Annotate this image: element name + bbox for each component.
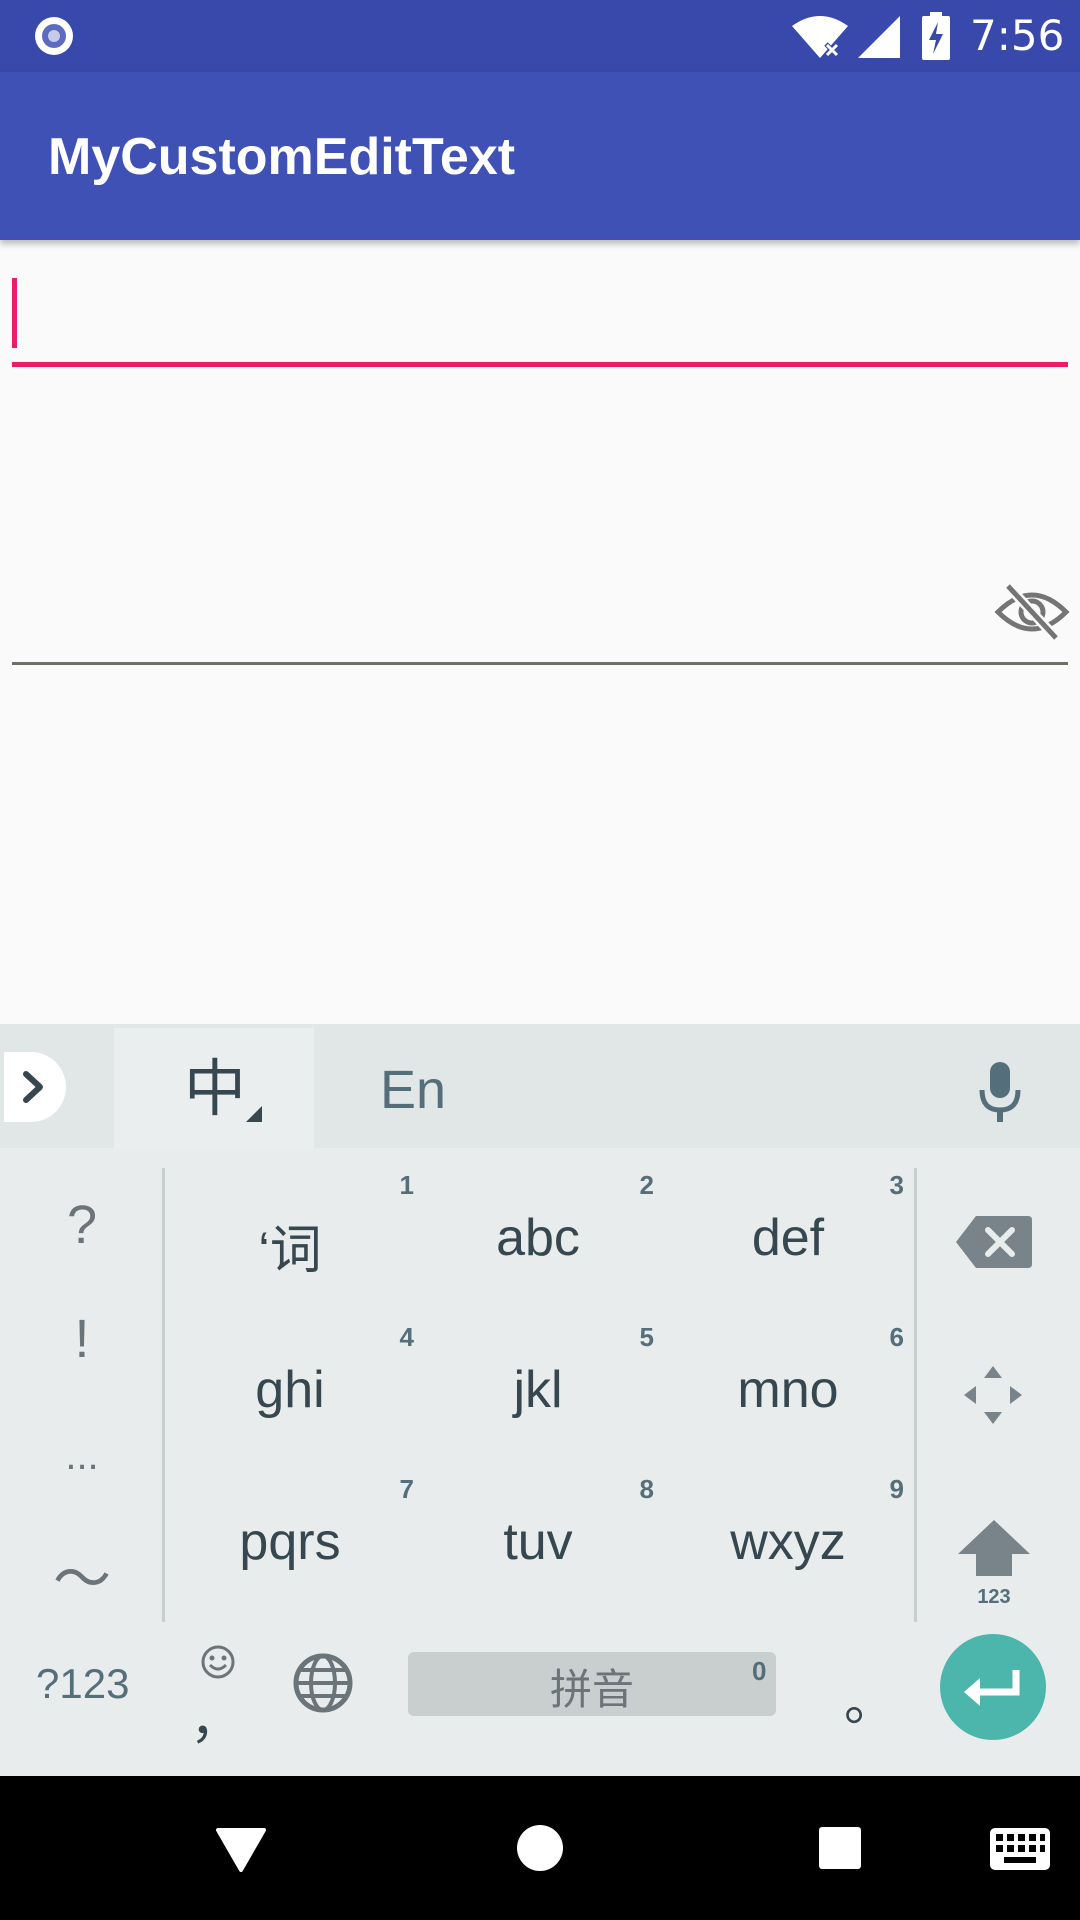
- text-field[interactable]: [12, 272, 1068, 368]
- key-label: ‘词: [258, 1222, 322, 1280]
- key-9[interactable]: wxyz 9: [664, 1474, 912, 1614]
- key-7[interactable]: pqrs 7: [166, 1474, 414, 1614]
- key-number: 9: [889, 1474, 904, 1504]
- keyboard-expand-button[interactable]: [4, 1052, 66, 1122]
- symbols-switch-key[interactable]: ?123: [36, 1660, 129, 1708]
- password-field[interactable]: [12, 570, 1068, 666]
- symbol-key-exclamation[interactable]: !: [22, 1308, 142, 1370]
- space-key-label: 拼音: [549, 1665, 634, 1714]
- key-label: abc: [496, 1209, 580, 1267]
- backspace-icon[interactable]: [956, 1216, 1032, 1268]
- shift-arrow-icon[interactable]: [956, 1518, 1032, 1576]
- chevron-right-icon: [23, 1071, 43, 1103]
- back-icon[interactable]: [216, 1826, 266, 1872]
- lang-english-tab[interactable]: En: [380, 1058, 446, 1122]
- key-3[interactable]: def 3: [664, 1170, 912, 1310]
- symbol-key-question[interactable]: ?: [22, 1194, 142, 1256]
- enter-key[interactable]: [940, 1634, 1046, 1740]
- key-6[interactable]: mno 6: [664, 1322, 912, 1462]
- key-8[interactable]: tuv 8: [414, 1474, 662, 1614]
- key-number: 1: [399, 1170, 414, 1200]
- cursor-move-icon[interactable]: [962, 1364, 1024, 1426]
- microphone-icon[interactable]: [976, 1060, 1024, 1124]
- space-key-number: 0: [752, 1656, 767, 1686]
- clock: 7:56: [970, 11, 1065, 60]
- period-key[interactable]: 。: [844, 1660, 896, 1735]
- text-cursor: [12, 278, 17, 348]
- lang-chinese-label: 中: [184, 1052, 247, 1125]
- key-number: 4: [399, 1322, 414, 1352]
- key-number: 3: [889, 1170, 904, 1200]
- status-bar: [0, 0, 1080, 72]
- key-label: mno: [737, 1361, 839, 1419]
- key-5[interactable]: jkl 5: [414, 1322, 662, 1462]
- home-icon[interactable]: [516, 1824, 564, 1872]
- symbol-key-tilde[interactable]: ～: [22, 1532, 142, 1616]
- key-number: 8: [639, 1474, 654, 1504]
- key-number: 2: [639, 1170, 654, 1200]
- globe-icon[interactable]: [292, 1652, 354, 1714]
- battery-charging-icon: [922, 12, 950, 60]
- enter-icon: [964, 1670, 1020, 1706]
- wifi-off-icon: [792, 16, 848, 58]
- emoji-comma-key[interactable]: ，: [190, 1644, 244, 1751]
- shift-label: 123: [977, 1586, 1011, 1608]
- notification-circle-icon: [35, 17, 73, 55]
- keyboard-divider-right: [914, 1168, 917, 1622]
- dropdown-corner-icon: [246, 1106, 262, 1122]
- key-4[interactable]: ghi 4: [166, 1322, 414, 1462]
- signal-icon: [858, 16, 900, 58]
- app-title: MyCustomEditText: [48, 128, 516, 186]
- text-field-underline: [12, 362, 1068, 367]
- comma-label: ，: [190, 1691, 243, 1751]
- emoji-icon: [201, 1645, 235, 1679]
- key-number: 6: [889, 1322, 904, 1352]
- key-label: tuv: [503, 1513, 573, 1571]
- keyboard-switch-icon[interactable]: [990, 1828, 1050, 1870]
- key-number: 7: [399, 1474, 414, 1504]
- recents-icon[interactable]: [818, 1826, 862, 1870]
- key-number: 5: [639, 1322, 654, 1352]
- symbol-key-ellipsis[interactable]: ...: [22, 1434, 142, 1479]
- key-label: pqrs: [239, 1513, 341, 1571]
- key-1[interactable]: ‘词 1: [166, 1170, 414, 1310]
- key-label: ghi: [255, 1361, 325, 1419]
- key-label: jkl: [513, 1361, 563, 1419]
- key-label: wxyz: [730, 1513, 846, 1571]
- keyboard-divider-left: [162, 1168, 165, 1622]
- key-2[interactable]: abc 2: [414, 1170, 662, 1310]
- key-label: def: [751, 1209, 825, 1267]
- eye-off-icon[interactable]: [994, 582, 1070, 642]
- password-field-underline: [12, 662, 1068, 665]
